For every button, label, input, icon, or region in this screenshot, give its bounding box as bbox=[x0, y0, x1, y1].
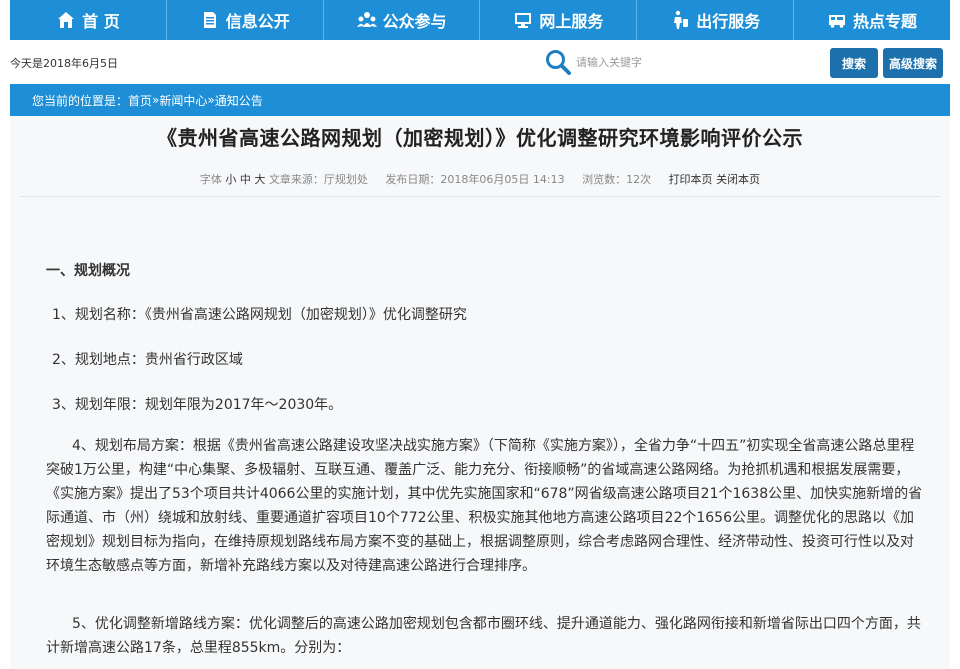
meta-divider bbox=[20, 196, 940, 197]
nav-item-info-disclosure[interactable]: 信息公开 bbox=[167, 0, 324, 40]
header-search-row: 今天是2018年6月5日 搜索 高级搜索 bbox=[10, 40, 950, 82]
breadcrumb-separator: » bbox=[207, 93, 215, 107]
nav-item-travel-service[interactable]: 出行服务 bbox=[637, 0, 795, 40]
article-title: 《贵州省高速公路网规划（加密规划）》优化调整研究环境影响评价公示 bbox=[157, 126, 803, 150]
article-source: 文章来源：厅规划处 bbox=[268, 173, 368, 186]
nav-item-label: 热点专题 bbox=[853, 12, 918, 31]
breadcrumb-news-center[interactable]: 新闻中心 bbox=[159, 92, 207, 109]
nav-item-home[interactable]: 首 页 bbox=[10, 0, 167, 40]
breadcrumb-separator: » bbox=[152, 93, 160, 107]
publish-date: 发布日期：2018年06月05日 14:13 bbox=[385, 173, 565, 186]
advanced-search-button[interactable]: 高级搜索 bbox=[883, 48, 943, 78]
breadcrumb: 您当前的位置是： 首页 » 新闻中心 » 通知公告 bbox=[10, 84, 950, 116]
nav-item-label: 首 页 bbox=[82, 12, 120, 31]
nav-item-label: 公众参与 bbox=[382, 12, 447, 31]
article-panel: 《贵州省高速公路网规划（加密规划）》优化调整研究环境影响评价公示 字体 小 中 … bbox=[10, 116, 950, 669]
top-nav: 首 页 信息公开 公众参与 网上服务 出行服务 热点专题 bbox=[10, 0, 950, 40]
paragraph-new-routes: 5、优化调整新增路线方案：优化调整后的高速公路加密规划包含都市圈环线、提升通道能… bbox=[46, 616, 921, 656]
font-size-medium-button[interactable]: 中 bbox=[240, 173, 251, 186]
nav-item-label: 出行服务 bbox=[696, 12, 761, 31]
font-size-label: 字体 bbox=[199, 173, 222, 186]
search-button[interactable]: 搜索 bbox=[830, 48, 878, 78]
home-icon bbox=[58, 12, 75, 28]
nav-item-hot-topics[interactable]: 热点专题 bbox=[794, 0, 950, 40]
nav-item-label: 网上服务 bbox=[539, 12, 604, 31]
breadcrumb-prefix: 您当前的位置是： bbox=[32, 93, 129, 108]
nav-item-online-service[interactable]: 网上服务 bbox=[480, 0, 638, 40]
breadcrumb-home[interactable]: 首页 bbox=[128, 92, 152, 109]
paragraph-plan-location: 2、规划地点：贵州省行政区域 bbox=[52, 352, 243, 368]
paragraph-plan-name: 1、规划名称：《贵州省高速公路网规划（加密规划）》优化调整研究 bbox=[52, 307, 467, 323]
print-page-link[interactable]: 打印本页 bbox=[669, 173, 713, 186]
document-icon bbox=[203, 12, 216, 28]
date-text: 今天是2018年6月5日 bbox=[10, 57, 118, 70]
breadcrumb-notices[interactable]: 通知公告 bbox=[215, 92, 263, 109]
people-icon bbox=[356, 12, 377, 27]
nav-item-label: 信息公开 bbox=[225, 12, 290, 31]
article-meta: 字体 小 中 大 文章来源：厅规划处 发布日期：2018年06月05日 14:1… bbox=[10, 171, 950, 187]
paragraph-plan-layout: 4、规划布局方案：根据《贵州省高速公路建设攻坚决战实施方案》（下简称《实施方案》… bbox=[46, 438, 923, 574]
traveler-icon bbox=[674, 10, 689, 29]
bus-icon bbox=[829, 15, 846, 28]
paragraph-plan-period: 3、规划年限：规划年限为2017年～2030年。 bbox=[52, 397, 343, 413]
monitor-icon bbox=[515, 13, 532, 28]
section-heading: 一、规划概况 bbox=[46, 263, 130, 279]
close-page-link[interactable]: 关闭本页 bbox=[716, 173, 760, 186]
font-size-small-button[interactable]: 小 bbox=[225, 173, 236, 186]
font-size-large-button[interactable]: 大 bbox=[254, 173, 265, 186]
view-count: 浏览数：12次 bbox=[582, 173, 652, 186]
search-input[interactable] bbox=[576, 51, 826, 73]
search-icon[interactable] bbox=[544, 48, 572, 76]
nav-item-public-participation[interactable]: 公众参与 bbox=[324, 0, 481, 40]
